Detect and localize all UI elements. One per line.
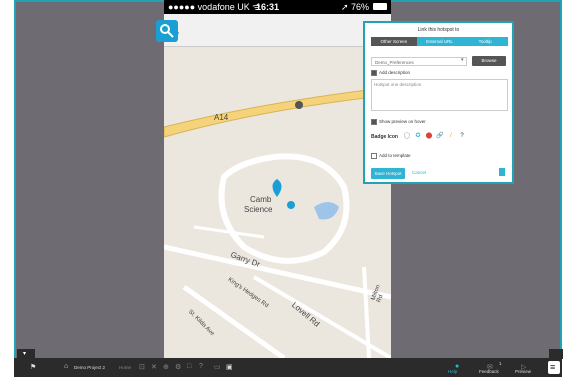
help-count: 1 [499, 361, 502, 366]
link-hotspot-dialog: Link this hotspot to Other Screen Extern… [363, 21, 514, 184]
tab-external-url[interactable]: External URL [416, 37, 463, 46]
place-label-camb: Camb [250, 195, 272, 204]
gallery-icon[interactable]: ▣ [226, 363, 233, 371]
tab-other-screen[interactable]: Other Screen [371, 37, 417, 46]
trash-icon[interactable] [499, 168, 505, 176]
badge-circle-icon[interactable]: ◯ [403, 132, 411, 140]
tab-tooltip[interactable]: Tooltip [462, 37, 509, 46]
carrier-text: ●●●●● vodafone UK ᯤ [168, 2, 261, 12]
show-preview-label: Show preview on hover [379, 119, 426, 125]
status-bar: ●●●●● vodafone UK ᯤ 16:31 ➚ 76% [164, 0, 391, 14]
cancel-link[interactable]: Cancel [412, 170, 426, 175]
search-button[interactable] [156, 20, 178, 42]
help-label[interactable]: Help [448, 369, 457, 374]
hamburger-icon: ≡ [550, 362, 556, 372]
badge-question-icon[interactable]: ? [458, 132, 466, 140]
dialog-title: Link this hotspot to [417, 27, 460, 33]
settings-icon[interactable]: ⚙ [175, 363, 181, 371]
badge-pencil-icon[interactable]: / [447, 132, 455, 140]
home-icon[interactable]: ⌂ [64, 363, 68, 370]
chevron-down-icon[interactable]: ▾ [461, 57, 464, 63]
road-label-a14: A14 [214, 113, 229, 122]
checkbox-icon[interactable] [371, 153, 377, 159]
map[interactable] [164, 47, 391, 358]
add-description-label: Add description [379, 70, 411, 76]
help-icon[interactable]: ? [199, 363, 203, 370]
crop-icon[interactable]: □ [187, 363, 191, 370]
description-textarea[interactable]: Hotspot one description [371, 79, 508, 111]
battery-text: ➚ 76% [340, 2, 369, 12]
screen-select[interactable]: Demo_Preferences [371, 57, 467, 66]
clock: 16:31 [256, 2, 280, 12]
browse-button[interactable]: Browse [472, 56, 506, 66]
checkbox-icon[interactable] [371, 70, 377, 76]
chevron-down-icon: ▾ [23, 351, 27, 357]
add-template-checkbox[interactable]: Add to template [371, 153, 411, 159]
place-label-science: Science [244, 205, 273, 214]
map-search-bar[interactable] [164, 14, 391, 47]
add-template-label: Add to template [379, 153, 411, 159]
battery-icon [373, 3, 387, 10]
project-name[interactable]: Demo Project 2 [74, 365, 105, 370]
duplicate-icon[interactable]: ⊡ [139, 363, 145, 371]
phone-screen: ●●●●● vodafone UK ᯤ 16:31 ➚ 76% A14 Camb… [164, 0, 391, 358]
feedback-label[interactable]: Feedback [479, 369, 499, 374]
menu-button[interactable]: ≡ [548, 361, 560, 374]
badge-link-icon[interactable]: 🔗 [436, 132, 444, 140]
checkbox-icon[interactable] [371, 119, 377, 125]
breadcrumb[interactable]: Home [119, 365, 131, 370]
badge-star-icon[interactable]: ✪ [414, 132, 422, 140]
badge-dot-icon[interactable]: ⬤ [425, 132, 433, 140]
bottom-toolbar: ⚑ ⌂ Demo Project 2 Home ⊡ ✕ ⊕ ⚙ □ ? ▭ ▣ … [14, 358, 562, 377]
show-preview-checkbox[interactable]: Show preview on hover [371, 119, 426, 125]
add-description-checkbox[interactable]: Add description [371, 70, 410, 76]
search-icon [160, 24, 174, 38]
screen-icon[interactable]: ▭ [214, 363, 221, 371]
preview-label[interactable]: Preview [515, 369, 531, 374]
link-type-tabs: Other Screen External URL Tooltip [371, 37, 509, 46]
badge-icon-label: Badge Icon [371, 134, 398, 140]
flag-icon[interactable]: ⚑ [30, 363, 36, 371]
save-hotspot-button[interactable]: Save Hotspot [371, 168, 405, 179]
link-icon[interactable]: ⊕ [163, 363, 169, 371]
delete-icon[interactable]: ✕ [151, 363, 157, 371]
